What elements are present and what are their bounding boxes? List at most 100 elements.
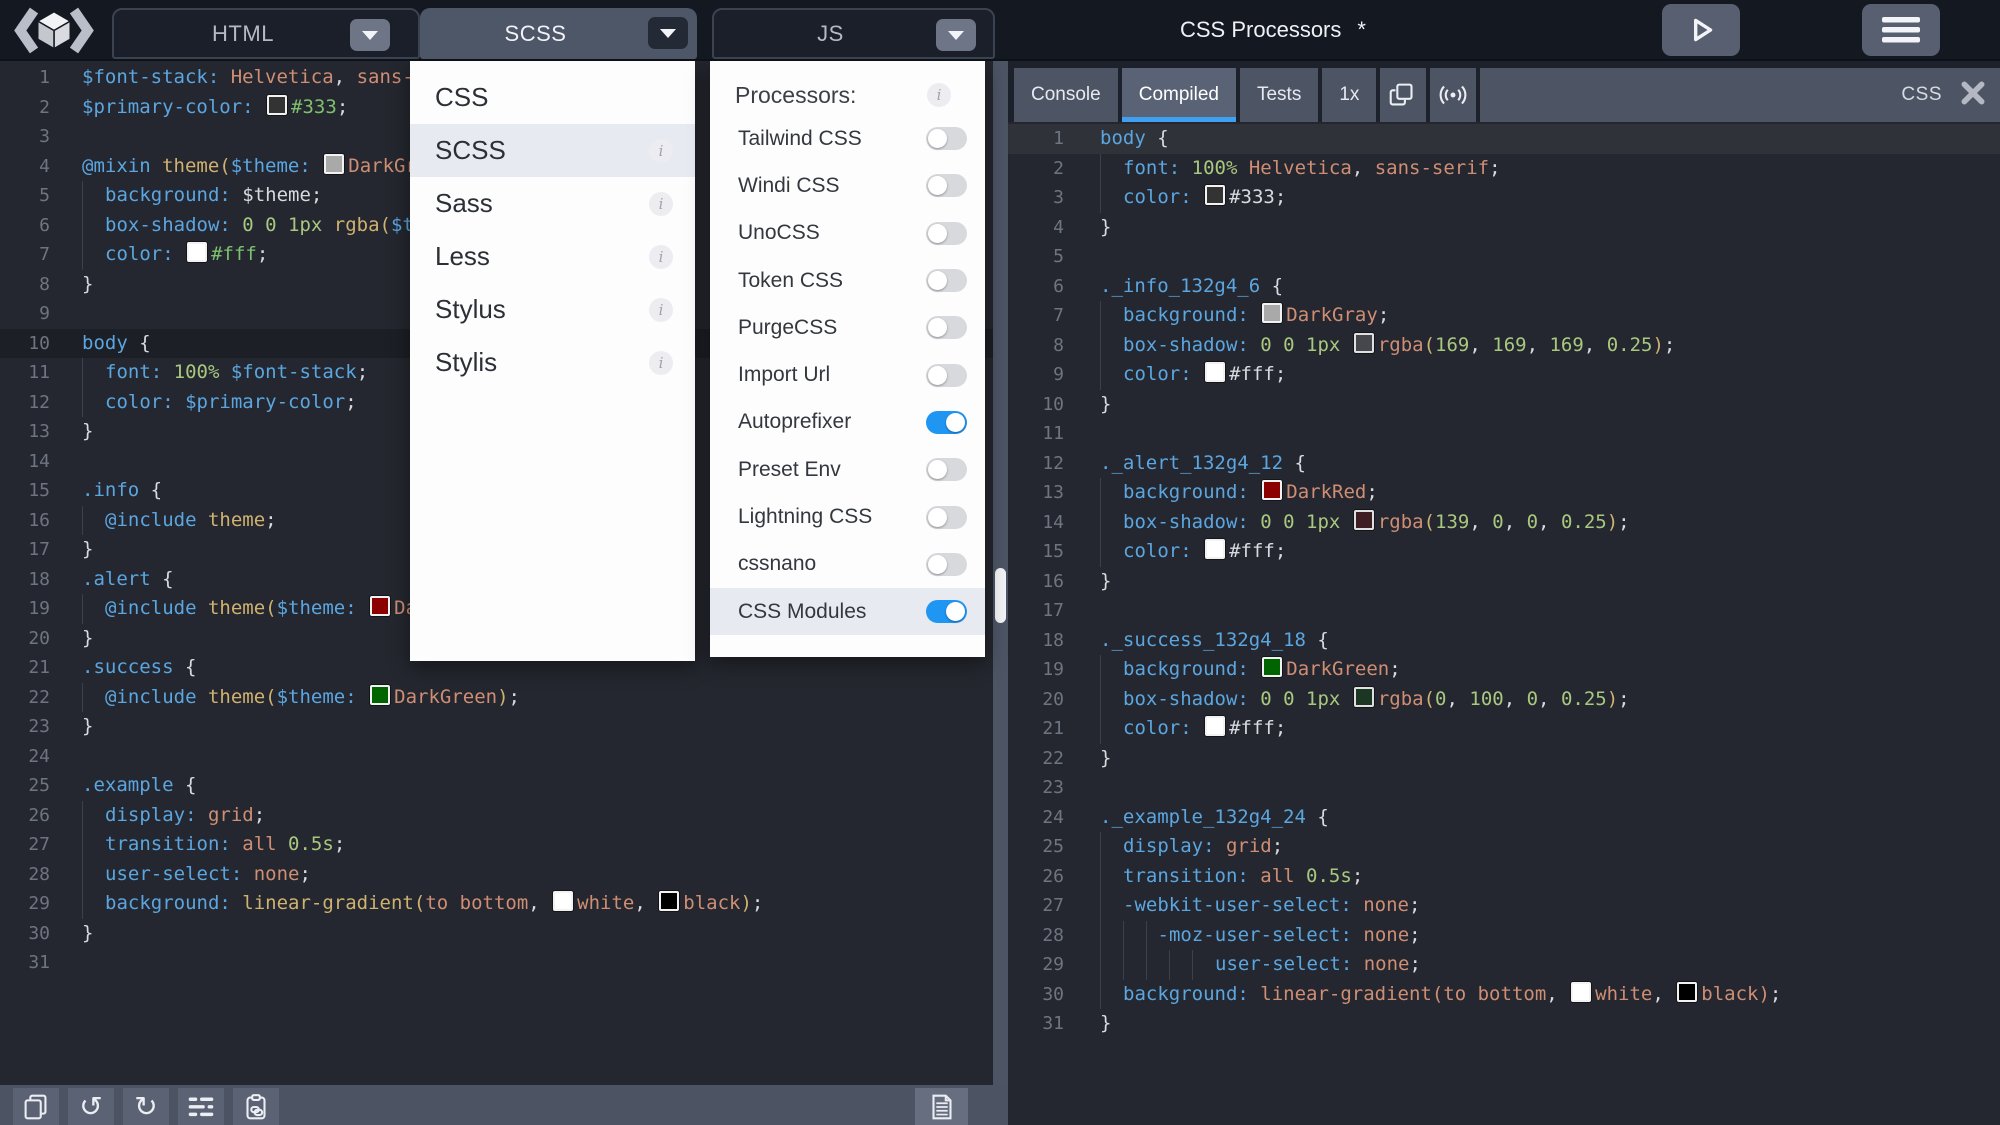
info-icon[interactable]: i: [649, 191, 673, 216]
code-line[interactable]: 21 color: #fff;: [1008, 714, 2000, 744]
js-panel-caret-button[interactable]: [936, 19, 976, 51]
processor-item-import-url: Import Url: [710, 351, 985, 398]
line-number: 7: [1053, 305, 1064, 326]
code-line[interactable]: 3 color: #333;: [1008, 183, 2000, 213]
code-line[interactable]: 14 box-shadow: 0 0 1px rgba(139, 0, 0, 0.…: [1008, 507, 2000, 537]
toggle-tailwind-css[interactable]: [926, 127, 967, 151]
html-panel-caret-button[interactable]: [350, 19, 390, 51]
code-line[interactable]: 22}: [1008, 744, 2000, 774]
code-line[interactable]: 12 ._alert_132g4_12 {: [1008, 449, 2000, 479]
code-line[interactable]: 20 box-shadow: 0 0 1px rgba(0, 100, 0, 0.…: [1008, 684, 2000, 714]
code-line[interactable]: 28 -moz-user-select: none;: [1008, 920, 2000, 950]
code-line[interactable]: 17: [1008, 596, 2000, 626]
toggle-css-modules[interactable]: [926, 600, 967, 624]
code-line[interactable]: 24: [0, 742, 993, 772]
info-icon[interactable]: i: [649, 138, 673, 163]
copy-button[interactable]: [13, 1088, 59, 1125]
code-line-content: background: DarkRed;: [1100, 478, 1378, 508]
toggle-autoprefixer[interactable]: [926, 410, 967, 434]
code-line[interactable]: 11: [1008, 419, 2000, 449]
info-icon[interactable]: i: [649, 244, 673, 269]
code-line[interactable]: 26 display: grid;: [0, 800, 993, 830]
toggle-preset-env[interactable]: [926, 458, 967, 482]
js-panel-select[interactable]: JS: [712, 8, 995, 59]
menu-item-css[interactable]: CSS: [410, 71, 695, 124]
tab-console[interactable]: Console: [1014, 68, 1118, 122]
tab-tests[interactable]: Tests: [1239, 68, 1319, 122]
menu-item-stylis[interactable]: Stylis i: [410, 336, 695, 389]
code-line[interactable]: 26 transition: all 0.5s;: [1008, 861, 2000, 891]
code-line-content: }: [1100, 1012, 1112, 1034]
code-line[interactable]: 6 ._info_132g4_6 {: [1008, 272, 2000, 302]
code-line[interactable]: 5: [1008, 242, 2000, 272]
scss-panel-caret-button[interactable]: [648, 17, 688, 49]
code-line[interactable]: 13 background: DarkRed;: [1008, 478, 2000, 508]
menu-item-less[interactable]: Less i: [410, 230, 695, 283]
toggle-token-css[interactable]: [926, 269, 967, 293]
code-line[interactable]: 22 @include theme($theme: DarkGreen);: [0, 682, 993, 712]
scrollbar-thumb[interactable]: [995, 568, 1006, 623]
code-line[interactable]: 30}: [0, 919, 993, 949]
info-icon[interactable]: i: [649, 350, 673, 375]
code-line[interactable]: 31}: [1008, 1009, 2000, 1039]
code-cube-logo[interactable]: [14, 3, 94, 58]
close-panel-button[interactable]: [1960, 80, 1986, 111]
toggle-lightning-css[interactable]: [926, 505, 967, 529]
redo-button[interactable]: ↻: [123, 1088, 169, 1125]
code-line[interactable]: 15 color: #fff;: [1008, 537, 2000, 567]
compiled-css-code-area[interactable]: 1 body {2 font: 100% Helvetica, sans-serif…: [1008, 124, 2000, 1039]
color-chip: [1262, 303, 1283, 323]
panel-divider-scrollbar[interactable]: [993, 61, 1008, 1125]
document-button[interactable]: [915, 1088, 968, 1125]
undo-button[interactable]: ↺: [68, 1088, 114, 1125]
toggle-windi-css[interactable]: [926, 174, 967, 198]
info-icon[interactable]: i: [649, 297, 673, 322]
toggle-import-url[interactable]: [926, 363, 967, 387]
line-number: 17: [28, 539, 50, 560]
broadcast-icon-button[interactable]: [1430, 68, 1477, 122]
main-menu-button[interactable]: [1862, 4, 1940, 56]
code-line[interactable]: 2 font: 100% Helvetica, sans-serif;: [1008, 153, 2000, 183]
code-line[interactable]: 30 background: linear-gradient(to bottom,…: [1008, 979, 2000, 1009]
code-line[interactable]: 4}: [1008, 213, 2000, 243]
code-line[interactable]: 23: [1008, 773, 2000, 803]
tab-compiled[interactable]: Compiled: [1121, 68, 1237, 122]
code-line[interactable]: 8 box-shadow: 0 0 1px rgba(169, 169, 169,…: [1008, 330, 2000, 360]
settings-sliders-button[interactable]: [178, 1088, 224, 1125]
code-line[interactable]: 23}: [0, 712, 993, 742]
code-line[interactable]: 7 background: DarkGray;: [1008, 301, 2000, 331]
menu-item-stylus[interactable]: Stylus i: [410, 283, 695, 336]
tab-1x[interactable]: 1x: [1322, 68, 1377, 122]
duplicate-icon-button[interactable]: [1380, 68, 1427, 122]
info-icon[interactable]: i: [927, 83, 951, 107]
code-line[interactable]: 1 body {: [1008, 124, 2000, 154]
toggle-cssnano[interactable]: [926, 552, 967, 576]
scss-panel-select[interactable]: SCSS: [420, 8, 697, 59]
code-line[interactable]: 24 ._example_132g4_24 {: [1008, 803, 2000, 833]
indent-guide: [82, 181, 105, 211]
toggle-purgecss[interactable]: [926, 316, 967, 340]
code-line[interactable]: 28 user-select: none;: [0, 859, 993, 889]
run-button[interactable]: [1662, 4, 1740, 56]
code-line[interactable]: 18 ._success_132g4_18 {: [1008, 626, 2000, 656]
code-line[interactable]: 25 .example {: [0, 771, 993, 801]
html-panel-select[interactable]: HTML: [112, 8, 420, 59]
code-line[interactable]: 9 color: #fff;: [1008, 360, 2000, 390]
menu-item-scss[interactable]: SCSS i: [410, 124, 695, 177]
language-dropdown-menu: CSS SCSS i Sass i Less i Stylus i Stylis i: [410, 61, 695, 661]
code-line[interactable]: 25 display: grid;: [1008, 832, 2000, 862]
code-line[interactable]: 16}: [1008, 567, 2000, 597]
code-line[interactable]: 10}: [1008, 390, 2000, 420]
clipboard-link-button[interactable]: [233, 1088, 279, 1125]
menu-item-sass[interactable]: Sass i: [410, 177, 695, 230]
toggle-unocss[interactable]: [926, 221, 967, 245]
code-line[interactable]: 31: [0, 948, 993, 978]
code-line[interactable]: 19 background: DarkGreen;: [1008, 655, 2000, 685]
chevron-down-icon: [362, 30, 378, 40]
app-window: HTML SCSS JS CSS Processors * 1 $font-st…: [0, 0, 2000, 1125]
code-line[interactable]: 29 background: linear-gradient(to bottom,…: [0, 889, 993, 919]
color-chip: [1353, 332, 1374, 353]
code-line[interactable]: 27 transition: all 0.5s;: [0, 830, 993, 860]
code-line[interactable]: 27 -webkit-user-select: none;: [1008, 891, 2000, 921]
code-line[interactable]: 29 user-select: none;: [1008, 950, 2000, 980]
